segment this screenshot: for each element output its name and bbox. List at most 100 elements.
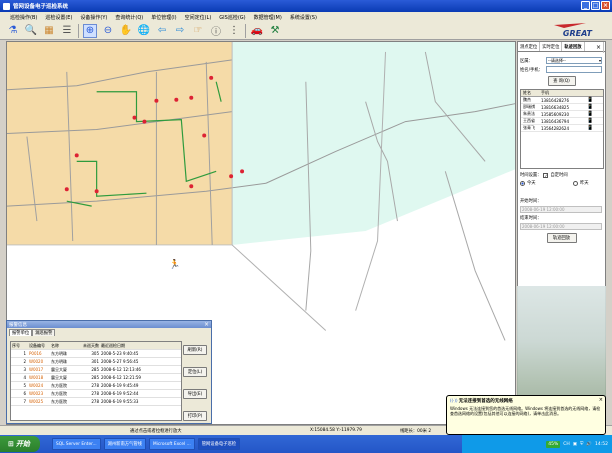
today-radio[interactable] [520, 180, 525, 186]
task-huzhou[interactable]: 湖州新南方气管线 [103, 438, 146, 450]
table-row[interactable]: 魏杰 13816428276 📱 [521, 97, 603, 104]
device-marker[interactable] [142, 119, 147, 124]
device-marker[interactable] [94, 189, 99, 194]
track-playback-button[interactable]: 轨迹回放 [546, 233, 577, 243]
back-arrow-icon[interactable]: ⇦ [155, 24, 169, 38]
region-select[interactable]: --请选择-- ▾ [546, 57, 602, 64]
table-row[interactable]: 朱贵法 13585609230 📱 [521, 111, 603, 118]
task-excel[interactable]: Microsoft Excel ... [148, 438, 195, 450]
chart-icon[interactable]: ▦ [42, 24, 56, 38]
yesterday-radio[interactable] [573, 180, 578, 186]
phone-icon[interactable]: 📱 [587, 118, 603, 124]
locate-button[interactable]: 定位(L) [183, 367, 207, 377]
language-indicator[interactable]: CH [563, 442, 570, 447]
search-icon[interactable]: 🔍 [24, 24, 38, 38]
hand-pointer-icon[interactable]: ☞ [191, 24, 205, 38]
globe-icon[interactable]: 🌐 [137, 24, 151, 38]
alarm-tabs: 报警单位 漏巡报警 [9, 329, 211, 336]
task-inspection-system[interactable]: 管网设备电子巡检 [197, 438, 241, 450]
table-row[interactable]: 邵瑞祺 13816634825 📱 [521, 104, 603, 111]
menu-dots-icon[interactable]: ⋮ [227, 24, 241, 38]
table-row[interactable]: 王西省 13816436794 📱 [521, 118, 603, 125]
device-marker[interactable] [64, 187, 69, 192]
tools-icon[interactable]: ⚒ [268, 24, 282, 38]
maximize-button[interactable]: □ [591, 1, 600, 10]
menu-data-mgmt[interactable]: 数据管理(M) [254, 14, 282, 21]
forward-arrow-icon[interactable]: ⇨ [173, 24, 187, 38]
table-row[interactable]: 1 P0016 东方明珠 305 2008-5-23 9:40:45 [11, 350, 181, 358]
device-marker[interactable] [154, 98, 159, 103]
table-row[interactable]: 5 W0024 东方医院 278 2008-6-19 9:45:49 [11, 382, 181, 390]
device-marker[interactable] [202, 133, 207, 138]
close-icon[interactable]: × [599, 397, 603, 403]
inspector-figure-icon[interactable]: 🏃 [169, 258, 180, 270]
print-button[interactable]: 打印(P) [183, 411, 207, 421]
device-marker[interactable] [132, 115, 137, 120]
network-icon[interactable]: ▣ [573, 442, 577, 447]
zoom-out-icon[interactable]: ⊖ [101, 24, 115, 38]
pan-hand-icon[interactable]: ✋ [119, 24, 133, 38]
device-id: W0017 [29, 367, 44, 372]
device-id: P0016 [29, 351, 42, 356]
wireless-notification-balloon[interactable]: × ((·)) 无法连接到首选的无线网络 Windows 无法连接到您的首选无线… [446, 395, 606, 435]
menu-device-ops[interactable]: 设备操作(Y) [80, 14, 107, 21]
table-row[interactable]: 7 W0025 东方医院 278 2008-6-19 9:55:33 [11, 398, 181, 406]
device-marker[interactable] [189, 184, 194, 189]
user-table-header: 姓名 手机 [521, 90, 603, 97]
phone-icon[interactable]: 📱 [587, 111, 603, 117]
export-button[interactable]: 导出(E) [183, 389, 207, 399]
table-row[interactable]: 张青飞 13564282624 📱 [521, 125, 603, 132]
tab-alarm-unit[interactable]: 报警单位 [9, 329, 33, 336]
tab-missed-inspection[interactable]: 漏巡报警 [32, 329, 56, 336]
close-icon[interactable]: × [204, 321, 211, 328]
device-name: 东方医院 [51, 390, 67, 396]
task-sql-server[interactable]: SQL Server Enter... [52, 438, 101, 450]
zoom-in-icon[interactable]: ⊕ [83, 23, 97, 38]
info-icon[interactable]: ⓘ [209, 24, 223, 38]
tab-realtime-locate[interactable]: 实时定位 [540, 42, 563, 51]
device-marker[interactable] [209, 75, 214, 80]
alarm-window: 报警信息 × 报警单位 漏巡报警 序号 设备编号 名称 未巡天数 最近巡检日期 … [6, 320, 212, 424]
phone-icon[interactable]: 📱 [587, 104, 603, 110]
device-marker[interactable] [240, 169, 245, 174]
menu-query-stats[interactable]: 查询统计(Q) [115, 14, 143, 21]
name-phone-input[interactable] [546, 66, 602, 73]
flask-icon[interactable]: ⚗ [6, 24, 20, 38]
start-button[interactable]: ⊞ 开始 [0, 436, 40, 452]
device-marker[interactable] [174, 97, 179, 102]
menu-inspect-ops[interactable]: 巡检操作(B) [10, 14, 37, 21]
tab-point-locate[interactable]: 测点定位 [518, 42, 541, 51]
shield-icon[interactable]: ⛨ [580, 441, 583, 447]
volume-icon[interactable]: 🔊 [586, 442, 592, 447]
close-icon[interactable]: × [594, 42, 604, 53]
refresh-button[interactable]: 刷新(R) [183, 345, 207, 355]
car-icon[interactable]: 🚗 [250, 24, 264, 38]
table-row[interactable]: 4 W0018 震旦大厦 285 2008-6-12 12:21:59 [11, 374, 181, 382]
battery-percent[interactable]: 45% [546, 440, 561, 448]
start-time-select[interactable]: 2008-06-19 12:00:00 [520, 206, 602, 213]
minimize-button[interactable]: _ [581, 1, 590, 10]
balloon-title-row: ((·)) 无法连接到首选的无线网络 [450, 398, 602, 404]
device-name: 东方医院 [51, 382, 67, 388]
table-row[interactable]: 2 W0020 东方明珠 301 2008-5-27 9:56:45 [11, 358, 181, 366]
device-marker[interactable] [74, 153, 79, 158]
clock[interactable]: 14:52 [595, 442, 608, 447]
custom-time-checkbox[interactable]: ✓ [543, 172, 549, 178]
end-time-select[interactable]: 2008-06-19 12:00:00 [520, 223, 602, 230]
region-select-value: --请选择-- [548, 58, 566, 63]
table-row[interactable]: 3 W0017 震旦大厦 285 2008-6-12 12:13:46 [11, 366, 181, 374]
device-marker[interactable] [229, 174, 234, 179]
phone-icon[interactable]: 📱 [587, 125, 603, 131]
phone-icon[interactable]: 📱 [587, 97, 603, 103]
menu-gis-inspect[interactable]: GIS巡检(G) [219, 14, 245, 21]
query-button[interactable]: 查 询(Q) [547, 76, 576, 86]
tab-track-playback[interactable]: 轨迹回放 [562, 42, 585, 51]
close-button[interactable]: × [601, 1, 610, 10]
menu-inspect-settings[interactable]: 巡检设置(E) [45, 14, 72, 21]
menu-unit-mgmt[interactable]: 单位管理(I) [151, 14, 176, 21]
table-row[interactable]: 6 W0023 东方医院 278 2008-6-19 9:52:44 [11, 390, 181, 398]
device-marker[interactable] [189, 95, 194, 100]
menu-spatial-locate[interactable]: 空间定位(L) [185, 14, 212, 21]
list-icon[interactable]: ☰ [60, 24, 74, 38]
menu-system-settings[interactable]: 系统设置(S) [290, 14, 317, 21]
